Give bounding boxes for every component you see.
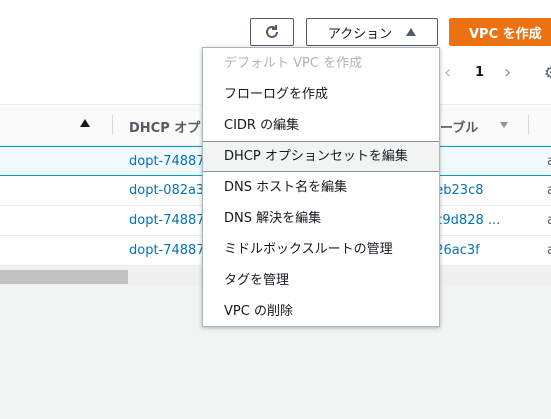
gear-icon[interactable]: ⚙ (544, 64, 551, 82)
cell-truncated: a (547, 243, 551, 258)
sort-ascending-icon[interactable] (80, 119, 90, 127)
cell-truncated: a (547, 183, 551, 198)
dhcp-options-link[interactable]: dopt-74887 (129, 154, 205, 169)
cell-truncated: a (547, 213, 551, 228)
scrollbar-thumb[interactable] (0, 270, 128, 284)
menu-item-edit-dhcp-options[interactable]: DHCP オプションセットを編集 (203, 141, 439, 172)
chevron-left-icon[interactable]: ‹ (444, 64, 451, 82)
menu-item-manage-tags[interactable]: タグを管理 (203, 265, 439, 296)
column-divider (112, 115, 113, 135)
column-header-dhcp[interactable]: DHCP オプ (129, 117, 200, 136)
create-vpc-button[interactable]: VPC を作成 (449, 18, 551, 46)
actions-button-label: アクション (327, 26, 393, 42)
dhcp-options-link[interactable]: dopt-74887 (129, 243, 205, 258)
menu-item-create-default-vpc: デフォルト VPC を作成 (224, 56, 363, 71)
menu-item-edit-cidr[interactable]: CIDR の編集 (203, 110, 439, 141)
column-header-route-table[interactable]: ーブル (440, 117, 478, 136)
cell-truncated: a (547, 154, 551, 169)
page-number[interactable]: 1 (475, 65, 484, 80)
menu-item-create-flow-log[interactable]: フローログを作成 (203, 79, 439, 110)
refresh-button[interactable] (250, 18, 294, 46)
menu-item-edit-dns-resolution[interactable]: DNS 解決を編集 (203, 203, 439, 234)
menu-item-delete-vpc[interactable]: VPC の削除 (203, 296, 439, 327)
menu-item-manage-middlebox-routes[interactable]: ミドルボックスルートの管理 (203, 234, 439, 265)
refresh-icon (266, 25, 278, 38)
actions-dropdown-menu: デフォルト VPC を作成 フローログを作成 CIDR の編集 DHCP オプシ… (202, 47, 440, 327)
chevron-right-icon[interactable]: › (504, 64, 511, 82)
dhcp-options-link[interactable]: dopt-74887 (129, 213, 205, 228)
menu-item-edit-dns-hostnames[interactable]: DNS ホスト名を編集 (203, 172, 439, 203)
actions-button[interactable]: アクション (306, 18, 438, 46)
caret-up-icon (406, 28, 417, 36)
column-divider (528, 115, 529, 135)
sort-descending-icon[interactable] (500, 122, 508, 128)
dhcp-options-link[interactable]: dopt-082a3 (129, 183, 204, 198)
